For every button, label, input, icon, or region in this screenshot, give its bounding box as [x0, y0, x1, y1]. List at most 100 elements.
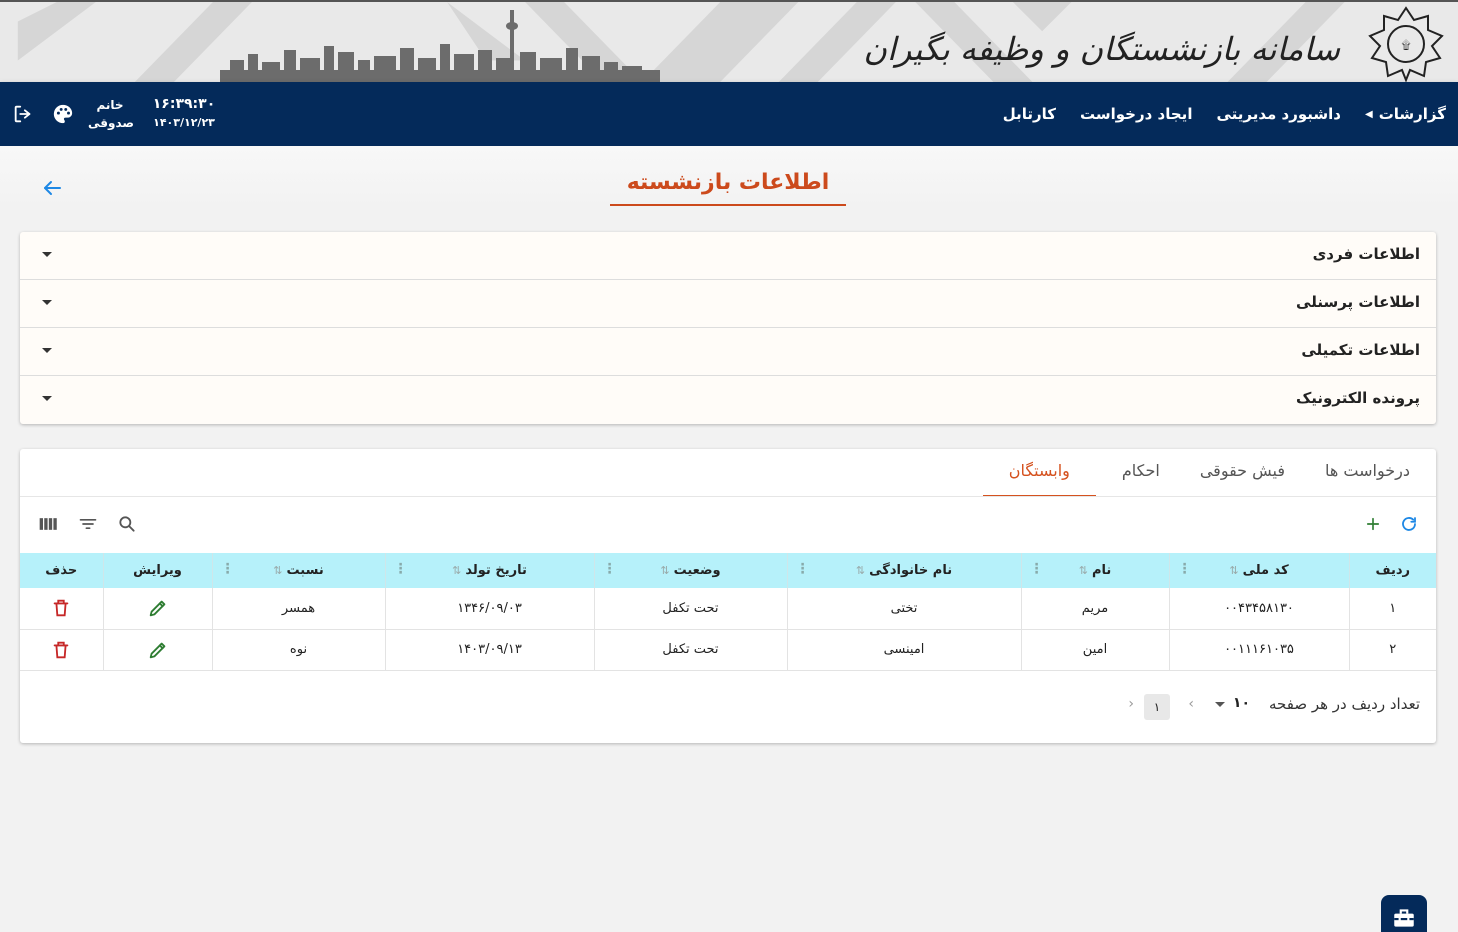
city-skyline-image	[220, 10, 660, 82]
column-menu-icon[interactable]: ⋮	[221, 562, 235, 576]
table-toolbar	[20, 509, 1436, 539]
chevron-down-icon	[42, 396, 52, 401]
accordion-label: اطلاعات تکمیلی	[1301, 341, 1420, 359]
nav-item-kartabl[interactable]: کارتابل	[1003, 105, 1056, 123]
cell-national-code: ۰۰۴۳۴۵۸۱۳۰	[1168, 588, 1349, 630]
col-header-delete: حذف	[20, 553, 103, 588]
chevron-down-icon	[42, 300, 52, 305]
cell-relation: نوه	[211, 629, 385, 671]
tab-rulings[interactable]: احکام	[1108, 449, 1174, 497]
toolbox-icon	[1394, 909, 1414, 927]
current-time: ۱۶:۳۹:۳۰	[152, 96, 216, 112]
user-title: خانم	[96, 98, 124, 112]
edit-icon[interactable]	[147, 639, 169, 661]
accordion-personal-info[interactable]: اطلاعات فردی	[20, 232, 1436, 280]
cell-status: تحت تکفل	[593, 588, 787, 630]
accordion-extra-info[interactable]: اطلاعات تکمیلی	[20, 328, 1436, 376]
user-name: خانم صدوقی	[88, 96, 134, 132]
sort-icon: ⇅	[660, 564, 670, 577]
info-accordion: اطلاعات فردی اطلاعات پرسنلی اطلاعات تکمی…	[20, 232, 1436, 424]
cell-last-name: امینسی	[786, 629, 1021, 671]
cell-first-name: امین	[1020, 629, 1169, 671]
rows-per-page-select[interactable]: ۱۰	[1214, 695, 1250, 711]
app-title: سامانه بازنشستگان و وظیفه بگیران	[863, 30, 1340, 68]
col-header-status[interactable]: وضعیت ⇅ ⋮	[593, 553, 787, 588]
cell-last-name: تختی	[786, 588, 1021, 630]
page-number-button[interactable]: ۱	[1144, 694, 1170, 720]
svg-text:۩: ۩	[1401, 38, 1410, 52]
nav-tools	[10, 82, 76, 146]
main-menu: کارتابل ایجاد درخواست داشبورد مدیریتی گز…	[1003, 82, 1446, 146]
chevron-down-icon	[42, 348, 52, 353]
cell-status: تحت تکفل	[593, 629, 787, 671]
logout-icon[interactable]	[10, 101, 36, 127]
divider	[20, 496, 1436, 497]
col-header-index[interactable]: ردیف	[1348, 553, 1436, 588]
sort-icon: ⇅	[273, 564, 283, 577]
cell-index: ۱	[1348, 588, 1436, 630]
column-menu-icon[interactable]: ⋮	[603, 562, 617, 576]
accordion-label: اطلاعات فردی	[1312, 245, 1420, 263]
tab-bar: وابستگان احکام فیش حقوقی درخواست ها	[982, 449, 1424, 497]
tab-payslip[interactable]: فیش حقوقی	[1186, 449, 1299, 497]
table-header-row: ردیف کد ملی ⇅ ⋮ نام ⇅ ⋮ نام خانوادگی ⇅ ⋮ وضعیت…	[20, 553, 1436, 588]
table-row: ۱ ۰۰۴۳۴۵۸۱۳۰ مریم تختی تحت تکفل ۱۳۴۶/۰۹/…	[20, 588, 1436, 630]
sort-icon: ⇅	[1229, 564, 1239, 577]
cell-birth-date: ۱۴۰۳/۰۹/۱۳	[384, 629, 594, 671]
cell-edit	[102, 588, 212, 630]
nav-item-dashboard[interactable]: داشبورد مدیریتی	[1216, 105, 1341, 123]
logo-icon: ۩	[1368, 6, 1444, 82]
add-icon[interactable]	[1362, 513, 1384, 535]
tab-requests[interactable]: درخواست ها	[1311, 449, 1424, 497]
sort-icon: ⇅	[1078, 564, 1088, 577]
column-menu-icon[interactable]: ⋮	[1178, 562, 1192, 576]
back-arrow-icon[interactable]	[40, 176, 64, 200]
accordion-label: پرونده الکترونیک	[1295, 389, 1420, 407]
cell-delete	[20, 588, 103, 630]
accordion-staff-info[interactable]: اطلاعات پرسنلی	[20, 280, 1436, 328]
col-header-first-name[interactable]: نام ⇅ ⋮	[1020, 553, 1169, 588]
dependents-card: وابستگان احکام فیش حقوقی درخواست ها ردیف…	[20, 449, 1436, 743]
accordion-electronic-file[interactable]: پرونده الکترونیک	[20, 376, 1436, 424]
chevron-right-icon[interactable]: ›	[1188, 696, 1194, 712]
user-lastname: صدوقی	[88, 116, 134, 130]
column-menu-icon[interactable]: ⋮	[1030, 562, 1044, 576]
edit-icon[interactable]	[147, 597, 169, 619]
cell-index: ۲	[1348, 629, 1436, 671]
nav-item-create-request[interactable]: ایجاد درخواست	[1080, 105, 1192, 123]
col-header-edit: ویرایش	[102, 553, 212, 588]
table-row: ۲ ۰۰۱۱۱۶۱۰۳۵ امین امینسی تحت تکفل ۱۴۰۳/۰…	[20, 629, 1436, 671]
chevron-left-icon[interactable]: ‹	[1128, 696, 1134, 712]
col-header-national-code[interactable]: کد ملی ⇅ ⋮	[1168, 553, 1349, 588]
page-header: اطلاعات بازنشسته	[0, 146, 1458, 208]
delete-icon[interactable]	[50, 597, 72, 619]
filter-icon[interactable]	[77, 513, 99, 535]
palette-icon[interactable]	[50, 101, 76, 127]
delete-icon[interactable]	[50, 639, 72, 661]
chevron-down-icon	[1214, 701, 1225, 707]
column-menu-icon[interactable]: ⋮	[796, 562, 810, 576]
rows-per-page-value: ۱۰	[1232, 695, 1250, 711]
pagination: تعداد ردیف در هر صفحه ۱۰ › ۱ ‹	[20, 689, 1436, 723]
caret-left-icon: ◀	[1365, 108, 1373, 120]
col-header-last-name[interactable]: نام خانوادگی ⇅ ⋮	[786, 553, 1021, 588]
col-header-relation[interactable]: نسبت ⇅ ⋮	[211, 553, 385, 588]
chevron-down-icon	[42, 252, 52, 257]
toolbox-button[interactable]	[1381, 895, 1427, 932]
column-menu-icon[interactable]: ⋮	[394, 562, 408, 576]
refresh-icon[interactable]	[1398, 513, 1420, 535]
cell-delete	[20, 629, 103, 671]
sort-icon: ⇅	[855, 564, 866, 577]
current-date: ۱۴۰۳/۱۲/۲۳	[153, 116, 215, 129]
nav-item-reports[interactable]: گزارشات ◀	[1365, 105, 1446, 123]
col-header-birth-date[interactable]: تاریخ تولد ⇅ ⋮	[384, 553, 594, 588]
cell-edit	[102, 629, 212, 671]
page-title: اطلاعات بازنشسته	[610, 166, 846, 206]
tab-dependents[interactable]: وابستگان	[982, 449, 1096, 497]
search-icon[interactable]	[116, 513, 138, 535]
columns-icon[interactable]	[37, 513, 59, 535]
sort-icon: ⇅	[452, 564, 462, 577]
cell-birth-date: ۱۳۴۶/۰۹/۰۳	[384, 588, 594, 630]
cell-first-name: مریم	[1020, 588, 1169, 630]
top-navbar: کارتابل ایجاد درخواست داشبورد مدیریتی گز…	[0, 82, 1458, 146]
